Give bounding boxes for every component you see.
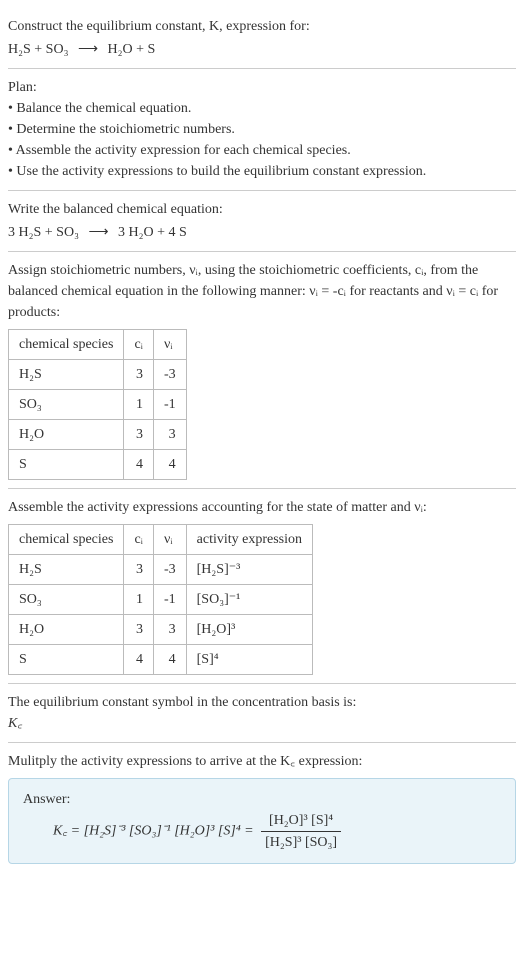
balanced-right: 3 H₂O + 4 S — [118, 225, 187, 240]
plan-title: Plan: — [8, 77, 516, 98]
cell-ci: 3 — [124, 360, 154, 390]
cell-species: SO₃ — [9, 390, 124, 420]
col-ci: cᵢ — [124, 525, 154, 555]
answer-lhs: K꜀ = [H₂S]⁻³ [SO₃]⁻¹ [H₂O]³ [S]⁴ = — [53, 824, 254, 839]
table-row: H₂S 3 -3 — [9, 360, 187, 390]
activity-intro: Assemble the activity expressions accoun… — [8, 497, 516, 518]
cell-ci: 4 — [124, 450, 154, 480]
table-header-row: chemical species cᵢ νᵢ activity expressi… — [9, 525, 313, 555]
plan-section: Plan: • Balance the chemical equation. •… — [8, 69, 516, 191]
stoich-table: chemical species cᵢ νᵢ H₂S 3 -3 SO₃ 1 -1… — [8, 329, 187, 480]
cell-ci: 3 — [124, 420, 154, 450]
col-species: chemical species — [9, 525, 124, 555]
cell-ci: 1 — [124, 585, 154, 615]
cell-species: H₂S — [9, 555, 124, 585]
balanced-left: 3 H₂S + SO₃ — [8, 225, 79, 240]
cell-species: S — [9, 645, 124, 675]
unbalanced-equation: H₂S + SO₃ ⟶ H₂O + S — [8, 39, 516, 60]
cell-species: S — [9, 450, 124, 480]
table-row: H₂O 3 3 [H₂O]³ — [9, 615, 313, 645]
cell-species: SO₃ — [9, 585, 124, 615]
col-vi: νᵢ — [153, 525, 186, 555]
eq-right: H₂O + S — [108, 42, 156, 57]
table-row: S 4 4 — [9, 450, 187, 480]
symbol-line1: The equilibrium constant symbol in the c… — [8, 692, 516, 713]
answer-fraction: [H₂O]³ [S]⁴ [H₂S]³ [SO₃] — [261, 810, 341, 853]
col-ci: cᵢ — [124, 330, 154, 360]
cell-ci: 3 — [124, 555, 154, 585]
answer-equation: K꜀ = [H₂S]⁻³ [SO₃]⁻¹ [H₂O]³ [S]⁴ = [H₂O]… — [23, 810, 501, 853]
multiply-line: Mulitply the activity expressions to arr… — [8, 751, 516, 772]
cell-vi: 4 — [153, 645, 186, 675]
cell-activity: [H₂S]⁻³ — [186, 555, 312, 585]
table-header-row: chemical species cᵢ νᵢ — [9, 330, 187, 360]
table-row: SO₃ 1 -1 [SO₃]⁻¹ — [9, 585, 313, 615]
plan-bullet: • Determine the stoichiometric numbers. — [8, 119, 516, 140]
prompt-section: Construct the equilibrium constant, K, e… — [8, 8, 516, 69]
table-row: H₂S 3 -3 [H₂S]⁻³ — [9, 555, 313, 585]
fraction-numerator: [H₂O]³ [S]⁴ — [261, 810, 341, 832]
symbol-kc: K꜀ — [8, 713, 516, 734]
cell-ci: 4 — [124, 645, 154, 675]
cell-activity: [SO₃]⁻¹ — [186, 585, 312, 615]
plan-bullet: • Assemble the activity expression for e… — [8, 140, 516, 161]
cell-vi: -3 — [153, 555, 186, 585]
activity-section: Assemble the activity expressions accoun… — [8, 489, 516, 684]
plan-bullet: • Use the activity expressions to build … — [8, 161, 516, 182]
prompt-line: Construct the equilibrium constant, K, e… — [8, 19, 310, 34]
answer-box: Answer: K꜀ = [H₂S]⁻³ [SO₃]⁻¹ [H₂O]³ [S]⁴… — [8, 778, 516, 864]
col-activity: activity expression — [186, 525, 312, 555]
stoich-section: Assign stoichiometric numbers, νᵢ, using… — [8, 252, 516, 489]
cell-vi: -3 — [153, 360, 186, 390]
arrow-icon: ⟶ — [72, 42, 104, 57]
col-vi: νᵢ — [153, 330, 186, 360]
cell-vi: -1 — [153, 390, 186, 420]
cell-vi: 3 — [153, 615, 186, 645]
balanced-equation: 3 H₂S + SO₃ ⟶ 3 H₂O + 4 S — [8, 222, 516, 243]
table-row: H₂O 3 3 — [9, 420, 187, 450]
activity-table: chemical species cᵢ νᵢ activity expressi… — [8, 524, 313, 675]
table-row: S 4 4 [S]⁴ — [9, 645, 313, 675]
cell-vi: -1 — [153, 585, 186, 615]
col-species: chemical species — [9, 330, 124, 360]
balanced-section: Write the balanced chemical equation: 3 … — [8, 191, 516, 252]
balanced-title: Write the balanced chemical equation: — [8, 199, 516, 220]
cell-activity: [H₂O]³ — [186, 615, 312, 645]
eq-left: H₂S + SO₃ — [8, 42, 68, 57]
cell-ci: 1 — [124, 390, 154, 420]
cell-ci: 3 — [124, 615, 154, 645]
fraction-denominator: [H₂S]³ [SO₃] — [261, 832, 341, 853]
plan-bullet: • Balance the chemical equation. — [8, 98, 516, 119]
answer-label: Answer: — [23, 789, 501, 810]
table-row: SO₃ 1 -1 — [9, 390, 187, 420]
result-section: Mulitply the activity expressions to arr… — [8, 743, 516, 872]
cell-vi: 3 — [153, 420, 186, 450]
cell-vi: 4 — [153, 450, 186, 480]
cell-species: H₂S — [9, 360, 124, 390]
symbol-section: The equilibrium constant symbol in the c… — [8, 684, 516, 743]
cell-species: H₂O — [9, 420, 124, 450]
cell-species: H₂O — [9, 615, 124, 645]
arrow-icon: ⟶ — [82, 225, 114, 240]
stoich-intro: Assign stoichiometric numbers, νᵢ, using… — [8, 260, 516, 323]
cell-activity: [S]⁴ — [186, 645, 312, 675]
prompt-text: Construct the equilibrium constant, K, e… — [8, 16, 516, 37]
